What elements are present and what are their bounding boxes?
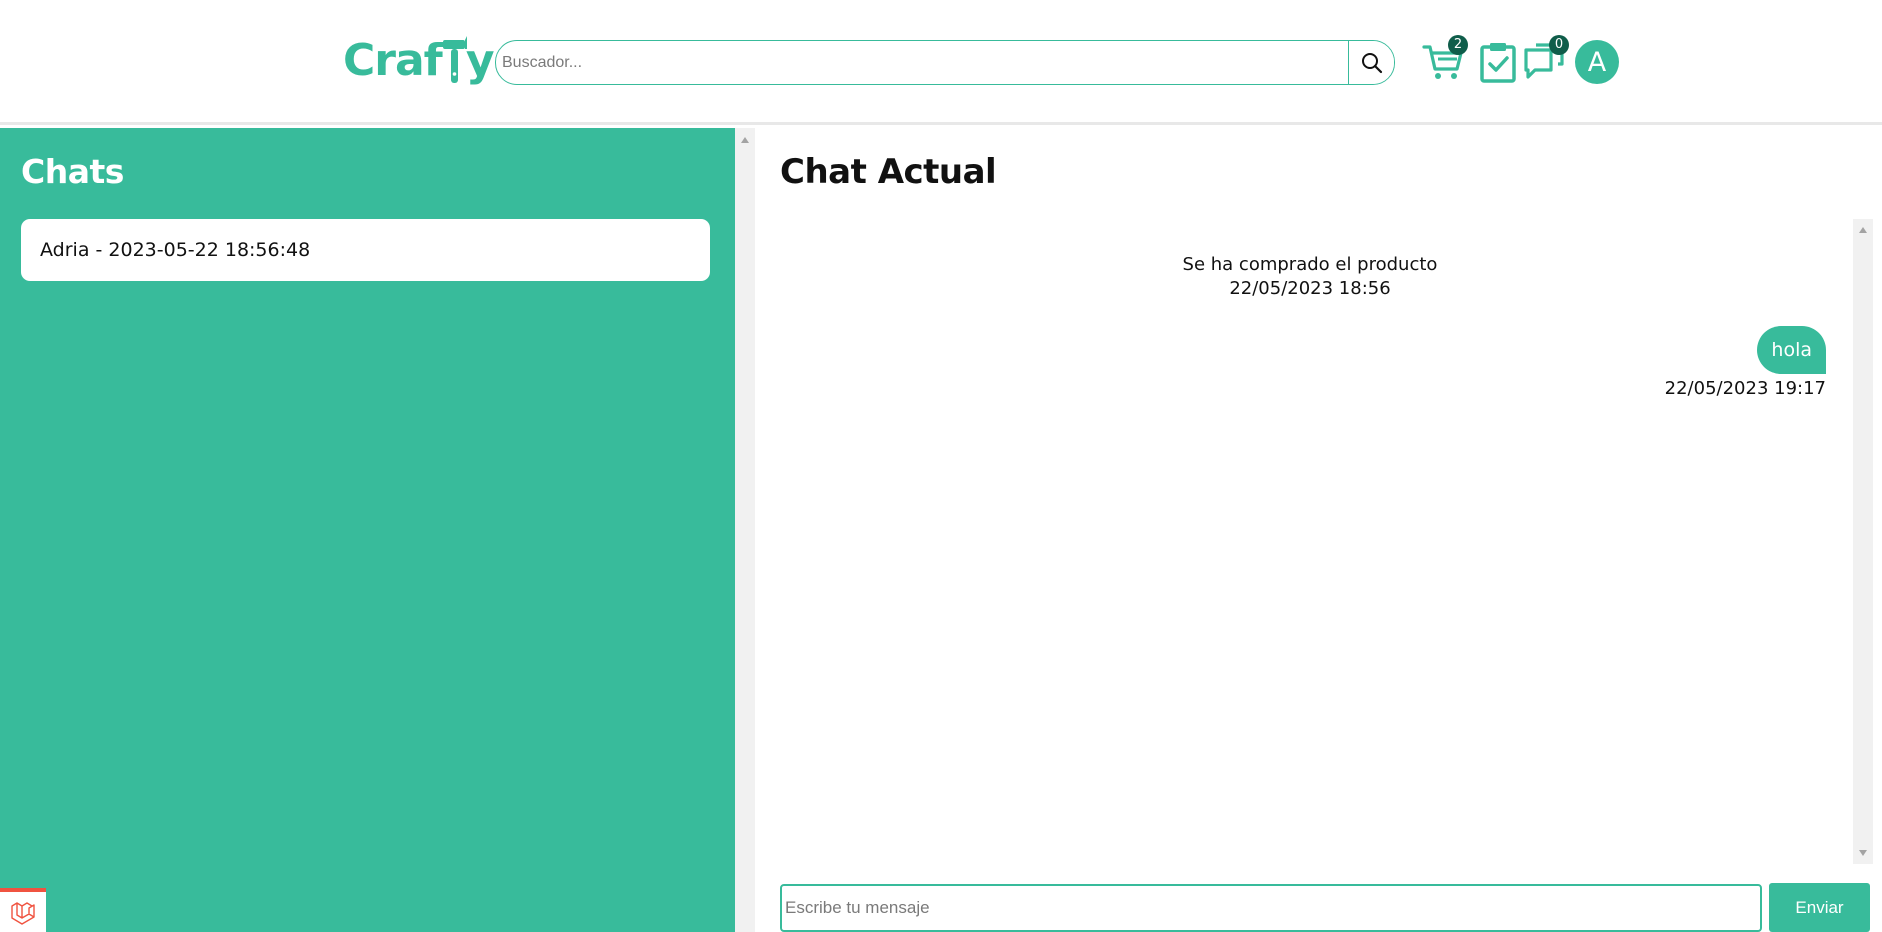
crafty-logo[interactable]: Craf y bbox=[343, 33, 495, 88]
search-bar bbox=[495, 40, 1395, 85]
scroll-up-arrow-icon[interactable] bbox=[1859, 227, 1867, 233]
message-list: Se ha comprado el producto 22/05/2023 18… bbox=[780, 219, 1873, 864]
sent-message-bubble: hola bbox=[1757, 326, 1826, 374]
system-message: Se ha comprado el producto 22/05/2023 18… bbox=[780, 253, 1840, 301]
search-icon bbox=[1361, 52, 1382, 73]
clipboard-check-icon bbox=[1480, 43, 1516, 83]
sidebar-scrollbar[interactable] bbox=[735, 128, 755, 932]
system-message-time: 22/05/2023 18:56 bbox=[1229, 278, 1391, 299]
search-input[interactable] bbox=[496, 41, 1348, 84]
chat-list-item[interactable]: Adria - 2023-05-22 18:56:48 bbox=[21, 219, 710, 281]
scroll-up-arrow-icon[interactable] bbox=[741, 137, 749, 143]
scroll-down-arrow-icon[interactable] bbox=[1859, 850, 1867, 856]
chats-sidebar: Chats Adria - 2023-05-22 18:56:48 bbox=[0, 128, 735, 932]
sent-message-time: 22/05/2023 19:17 bbox=[1664, 378, 1826, 399]
active-chat-title: Chat Actual bbox=[780, 152, 997, 192]
message-input[interactable] bbox=[780, 884, 1762, 932]
laravel-icon bbox=[11, 902, 35, 925]
active-chat-panel: Chat Actual Se ha comprado el producto 2… bbox=[755, 128, 1882, 932]
cart-count-badge: 2 bbox=[1448, 35, 1468, 55]
system-message-text: Se ha comprado el producto bbox=[1182, 254, 1438, 275]
messages-count-badge: 0 bbox=[1549, 35, 1569, 55]
hammer-icon bbox=[442, 35, 467, 83]
orders-button[interactable] bbox=[1474, 38, 1522, 86]
top-header: Craf y 2 bbox=[0, 0, 1882, 125]
messages-button[interactable]: 0 bbox=[1520, 35, 1569, 86]
logo-text-end: y bbox=[465, 35, 495, 86]
logo-text-start: Craf bbox=[343, 35, 443, 86]
search-button[interactable] bbox=[1348, 41, 1394, 84]
debugbar-toggle[interactable] bbox=[0, 888, 46, 932]
cart-button[interactable]: 2 bbox=[1419, 35, 1468, 86]
messages-scrollbar[interactable] bbox=[1853, 219, 1873, 864]
chats-title: Chats bbox=[21, 152, 124, 191]
user-avatar[interactable]: A bbox=[1575, 40, 1619, 84]
send-button[interactable]: Enviar bbox=[1769, 883, 1870, 932]
